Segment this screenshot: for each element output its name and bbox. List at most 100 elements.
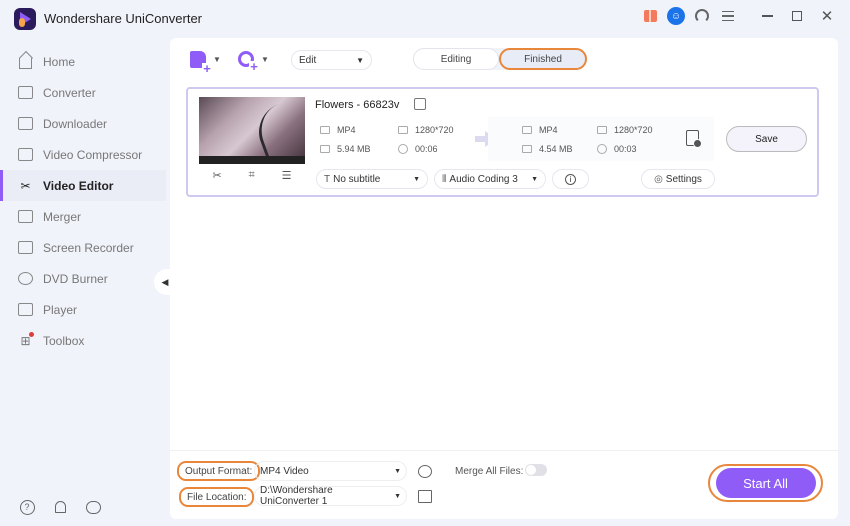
sidebar-item-toolbox[interactable]: ⊞ Toolbox	[0, 325, 166, 356]
app-title: Wondershare UniConverter	[44, 11, 202, 26]
bell-icon[interactable]	[51, 498, 69, 516]
sidebar-item-label: Downloader	[43, 116, 108, 131]
resolution-icon	[398, 126, 408, 134]
sidebar-item-label: Toolbox	[43, 333, 85, 348]
dvd-icon	[17, 270, 34, 287]
sidebar-item-merger[interactable]: Merger	[0, 201, 166, 232]
crop-icon[interactable]: ⌗	[249, 169, 255, 182]
sidebar: Home Converter Downloader Video Compress…	[0, 46, 166, 356]
chevron-down-icon: ▼	[356, 55, 364, 65]
downloader-icon	[17, 115, 34, 132]
tab-finished[interactable]: Finished	[499, 48, 587, 70]
status-tabs: Editing Finished	[413, 48, 587, 70]
add-file-icon	[190, 50, 212, 74]
chevron-down-icon: ▼	[394, 492, 401, 500]
sidebar-item-screen-recorder[interactable]: Screen Recorder	[0, 232, 166, 263]
settings-button[interactable]: ◎ Settings	[641, 169, 715, 189]
minimize-button[interactable]	[752, 1, 782, 31]
subtitle-value: No subtitle	[333, 173, 381, 185]
screen-recorder-icon	[17, 239, 34, 256]
sidebar-item-label: Player	[43, 302, 78, 317]
sidebar-item-video-compressor[interactable]: Video Compressor	[0, 139, 166, 170]
main-panel: ▼ ▼ Edit ▼ Editing Finished ✂ ⌗ ☰ Flower…	[170, 38, 838, 450]
sidebar-item-label: DVD Burner	[43, 271, 108, 286]
file-location-select[interactable]: D:\Wondershare UniConverter 1 ▼	[254, 485, 407, 507]
source-info: MP4 5.94 MB 1280*720 00:06	[310, 117, 480, 161]
player-icon	[17, 301, 34, 318]
merge-all-files-toggle[interactable]	[525, 464, 547, 476]
sidebar-item-label: Screen Recorder	[43, 240, 134, 255]
sidebar-item-player[interactable]: Player	[0, 294, 166, 325]
maximize-button[interactable]	[782, 1, 812, 31]
folder-icon	[522, 145, 532, 153]
notification-badge	[29, 332, 34, 337]
output-size: 4.54 MB	[539, 144, 573, 154]
source-duration: 00:06	[415, 144, 438, 154]
source-size: 5.94 MB	[337, 144, 371, 154]
sidebar-item-dvd-burner[interactable]: DVD Burner	[0, 263, 166, 294]
output-format-select[interactable]: MP4 Video ▼	[254, 461, 407, 481]
output-info: MP4 4.54 MB 1280*720 00:03	[488, 117, 714, 161]
gift-icon[interactable]	[640, 6, 660, 26]
tab-editing[interactable]: Editing	[413, 48, 499, 70]
arrow-icon	[475, 136, 485, 142]
sidebar-item-label: Merger	[43, 209, 82, 224]
output-settings-icon[interactable]	[686, 130, 702, 148]
source-resolution: 1280*720	[415, 125, 454, 135]
audio-select[interactable]: ⦀ Audio Coding 3 ▼	[434, 169, 546, 189]
trim-icon[interactable]: ✂	[212, 169, 221, 182]
settings-icon: ◎	[654, 173, 663, 185]
info-button[interactable]: i	[552, 169, 589, 189]
headset-icon[interactable]	[692, 6, 712, 26]
bottom-bar: Output Format: MP4 Video ▼ Merge All Fil…	[170, 450, 838, 519]
audio-wave-icon: ⦀	[442, 173, 447, 185]
merge-all-files-label: Merge All Files:	[455, 466, 524, 477]
app-logo-icon	[14, 8, 36, 30]
info-icon: i	[565, 173, 576, 185]
feedback-icon[interactable]	[84, 498, 102, 516]
file-card: ✂ ⌗ ☰ Flowers - 66823v MP4 5.94 MB 1280*…	[186, 87, 819, 197]
sidebar-item-label: Home	[43, 54, 76, 69]
add-from-device-button[interactable]: ▼	[238, 49, 269, 72]
sidebar-item-video-editor[interactable]: ✂ Video Editor	[0, 170, 166, 201]
help-icon[interactable]: ?	[18, 498, 36, 516]
start-all-button[interactable]: Start All	[715, 468, 816, 498]
chevron-down-icon: ▼	[213, 54, 221, 64]
resolution-icon	[597, 126, 607, 134]
text-icon: T	[324, 173, 331, 185]
menu-icon[interactable]	[718, 6, 738, 26]
start-all-highlight: Start All	[708, 464, 823, 502]
rename-icon[interactable]	[414, 98, 426, 110]
close-button[interactable]: ✕	[812, 1, 842, 31]
clock-icon	[597, 144, 607, 154]
file-location-value: D:\Wondershare UniConverter 1	[260, 485, 333, 507]
sidebar-item-home[interactable]: Home	[0, 46, 166, 77]
sidebar-item-converter[interactable]: Converter	[0, 77, 166, 108]
add-files-button[interactable]: ▼	[190, 49, 221, 74]
audio-value: Audio Coding 3	[449, 173, 518, 185]
sidebar-item-label: Video Compressor	[43, 147, 143, 162]
output-resolution: 1280*720	[614, 125, 653, 135]
output-settings-icon[interactable]	[418, 465, 432, 478]
effects-icon[interactable]: ☰	[282, 169, 292, 182]
edit-select-value: Edit	[299, 54, 317, 66]
open-folder-icon[interactable]	[418, 490, 432, 503]
clock-icon	[398, 144, 408, 154]
user-icon[interactable]: ☺	[666, 6, 686, 26]
converter-icon	[17, 84, 34, 101]
chevron-down-icon: ▼	[531, 175, 538, 183]
home-icon	[17, 53, 34, 70]
save-button[interactable]: Save	[726, 126, 807, 152]
chevron-down-icon: ▼	[261, 54, 269, 64]
edit-select[interactable]: Edit ▼	[291, 50, 372, 70]
sidebar-item-downloader[interactable]: Downloader	[0, 108, 166, 139]
title-bar: Wondershare UniConverter ☺ ✕	[0, 0, 850, 36]
chevron-down-icon: ▼	[394, 467, 401, 475]
file-location-label: File Location:	[179, 487, 255, 507]
source-format: MP4	[337, 125, 356, 135]
subtitle-select[interactable]: T No subtitle ▼	[316, 169, 428, 189]
compressor-icon	[17, 146, 34, 163]
file-title: Flowers - 66823v	[315, 99, 400, 111]
settings-label: Settings	[665, 173, 702, 185]
video-thumbnail[interactable]	[199, 97, 305, 164]
